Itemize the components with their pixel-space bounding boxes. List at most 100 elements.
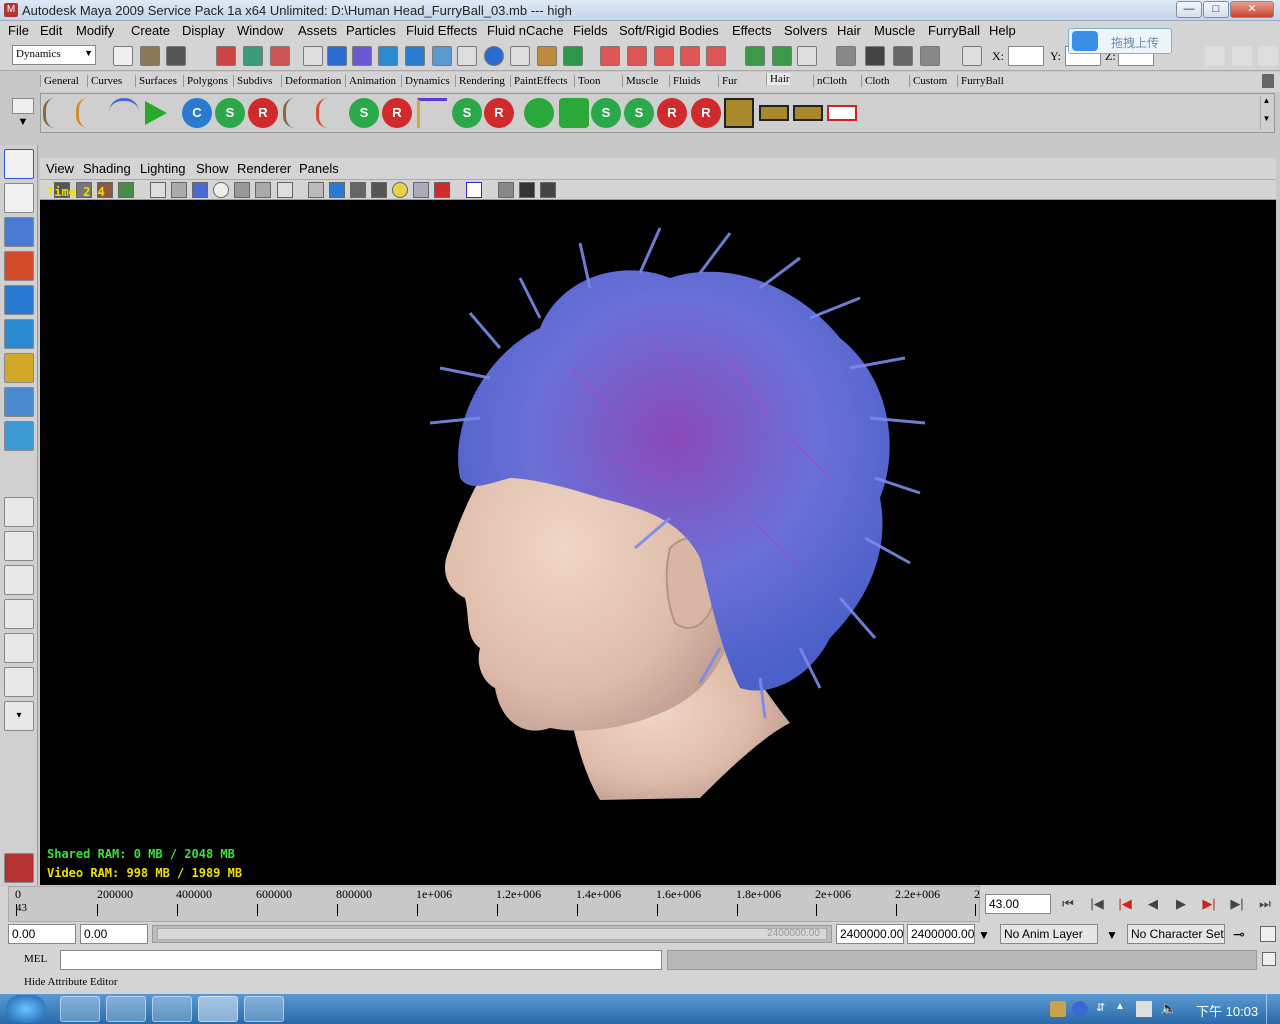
go-to-end-icon[interactable]: ⏭ xyxy=(1254,894,1276,914)
menu-display[interactable]: Display xyxy=(182,23,225,38)
show-desktop-button[interactable] xyxy=(1266,994,1280,1024)
numeric-input-icon[interactable] xyxy=(962,46,982,66)
film-strip-icon[interactable] xyxy=(724,98,754,128)
play-backwards-icon[interactable]: ◀ xyxy=(1142,894,1164,914)
render-icon[interactable] xyxy=(484,46,504,66)
maya-taskbar-icon[interactable] xyxy=(198,996,238,1022)
upload-widget[interactable]: 拖拽上传 xyxy=(1068,28,1172,54)
command-input[interactable] xyxy=(60,950,662,970)
menu-muscle[interactable]: Muscle xyxy=(874,23,915,38)
shelf-tab-subdivs[interactable]: Subdivs xyxy=(233,75,272,87)
hair-curve-icon[interactable] xyxy=(283,98,313,128)
menu-help[interactable]: Help xyxy=(989,23,1016,38)
menu-edit[interactable]: Edit xyxy=(40,23,62,38)
shelf-tab-dynamics[interactable]: Dynamics xyxy=(401,75,450,87)
shelf-tab-painteffects[interactable]: PaintEffects xyxy=(510,75,568,87)
xray-icon[interactable] xyxy=(498,182,514,198)
range-slider-handle[interactable]: 2400000.00 xyxy=(157,928,827,940)
shelf-tab-rendering[interactable]: Rendering xyxy=(455,75,505,87)
magnet-icon[interactable] xyxy=(627,46,647,66)
firefox-taskbar-icon[interactable] xyxy=(152,996,192,1022)
explorer-taskbar-icon[interactable] xyxy=(60,996,100,1022)
single-pane-layout-icon[interactable] xyxy=(4,497,34,527)
panel-menu-renderer[interactable]: Renderer xyxy=(237,161,291,176)
lock-icon[interactable] xyxy=(537,46,557,66)
close-button[interactable]: ✕ xyxy=(1230,1,1274,18)
magnet-icon[interactable] xyxy=(600,46,620,66)
input-output-icon[interactable] xyxy=(797,46,817,66)
shelf-tab-animation[interactable]: Animation xyxy=(345,75,396,87)
hair-constraint-icon[interactable] xyxy=(417,98,447,128)
persp-viewport[interactable]: View Shading Lighting Show Renderer Pane… xyxy=(40,158,1276,885)
shelf-menu-chevron-icon[interactable]: ▼ xyxy=(12,116,34,132)
menu-assets[interactable]: Assets xyxy=(298,23,337,38)
hair-paint-icon[interactable] xyxy=(76,98,106,128)
layout-menu-chevron-icon[interactable]: ▾ xyxy=(4,701,34,731)
hypershade-layout-icon[interactable] xyxy=(4,633,34,663)
wireframe-icon[interactable] xyxy=(234,182,250,198)
menu-effects[interactable]: Effects xyxy=(732,23,772,38)
menu-fields[interactable]: Fields xyxy=(573,23,608,38)
help-icon[interactable] xyxy=(510,46,530,66)
snap-plane-icon[interactable] xyxy=(405,46,425,66)
menu-fluid-effects[interactable]: Fluid Effects xyxy=(406,23,477,38)
shelf-tab-furryball[interactable]: FurryBall xyxy=(957,75,1004,87)
menu-furryball[interactable]: FurryBall xyxy=(928,23,980,38)
minimize-button[interactable]: — xyxy=(1176,1,1202,18)
shelf-tab-custom[interactable]: Custom xyxy=(909,75,947,87)
shelf-tab-deformation[interactable]: Deformation xyxy=(281,75,341,87)
save-scene-icon[interactable] xyxy=(166,46,186,66)
module-selector[interactable]: Dynamics ▼ xyxy=(12,45,96,65)
shelf-tab-muscle[interactable]: Muscle xyxy=(622,75,658,87)
outliner-layout-icon[interactable] xyxy=(4,565,34,595)
construction-plane-icon[interactable] xyxy=(745,46,765,66)
rest-position-icon[interactable]: R xyxy=(657,98,687,128)
play-forwards-icon[interactable]: ▶ xyxy=(1170,894,1192,914)
show-hidden-icons-icon[interactable]: ▲ xyxy=(1115,1001,1125,1012)
rest-position-icon[interactable]: R xyxy=(248,98,278,128)
maximize-button[interactable]: □ xyxy=(1203,1,1229,18)
help-tray-icon[interactable] xyxy=(1072,1001,1088,1017)
make-live-icon[interactable] xyxy=(432,46,452,66)
text-icon[interactable] xyxy=(277,182,293,198)
menu-window[interactable]: Window xyxy=(237,23,283,38)
playback-end-field[interactable]: 2400000.00 xyxy=(836,924,904,944)
soft-modification-icon[interactable] xyxy=(4,387,34,417)
snap-curve-icon[interactable] xyxy=(352,46,372,66)
xray-components-icon[interactable] xyxy=(540,182,556,198)
xray-joints-icon[interactable] xyxy=(519,182,535,198)
shelf-tab-surfaces[interactable]: Surfaces xyxy=(135,75,177,87)
film-strip-icon[interactable] xyxy=(759,105,789,121)
channel-box-icon[interactable] xyxy=(1205,46,1225,66)
anim-layer-selector[interactable]: No Anim Layer xyxy=(1000,924,1098,944)
current-position-icon[interactable]: C xyxy=(182,98,212,128)
start-position-icon[interactable]: S xyxy=(591,98,621,128)
tool-settings-icon[interactable] xyxy=(1258,46,1278,66)
panel-menu-shading[interactable]: Shading xyxy=(83,161,131,176)
shaded-cube-icon[interactable] xyxy=(329,182,345,198)
show-manipulator-icon[interactable] xyxy=(4,421,34,451)
volume-icon[interactable]: 🔈 xyxy=(1160,1000,1177,1017)
menu-modify[interactable]: Modify xyxy=(76,23,114,38)
film-strip-icon[interactable] xyxy=(827,105,857,121)
magnet-icon[interactable] xyxy=(706,46,726,66)
lights-icon[interactable] xyxy=(371,182,387,198)
grid-icon[interactable] xyxy=(150,182,166,198)
select-object-icon[interactable] xyxy=(243,46,263,66)
smooth-shade-icon[interactable] xyxy=(255,182,271,198)
select-tool-icon[interactable] xyxy=(4,149,34,179)
hair-curve-icon[interactable] xyxy=(316,98,346,128)
safe-action-icon[interactable] xyxy=(213,182,229,198)
script-editor-icon[interactable] xyxy=(1262,952,1276,966)
snap-grid-icon[interactable] xyxy=(327,46,347,66)
panel-menu-show[interactable]: Show xyxy=(196,161,229,176)
scale-tool-icon[interactable] xyxy=(4,319,34,349)
app-taskbar-icon[interactable] xyxy=(106,996,146,1022)
clapper-icon[interactable] xyxy=(865,46,885,66)
isolate-icon[interactable] xyxy=(466,182,482,198)
playback-start-field[interactable]: 0.00 xyxy=(80,924,148,944)
tray-icon[interactable] xyxy=(1050,1001,1066,1017)
menu-hair[interactable]: Hair xyxy=(837,23,861,38)
rotate-tool-icon[interactable] xyxy=(4,285,34,315)
panel-menu-lighting[interactable]: Lighting xyxy=(140,161,186,176)
